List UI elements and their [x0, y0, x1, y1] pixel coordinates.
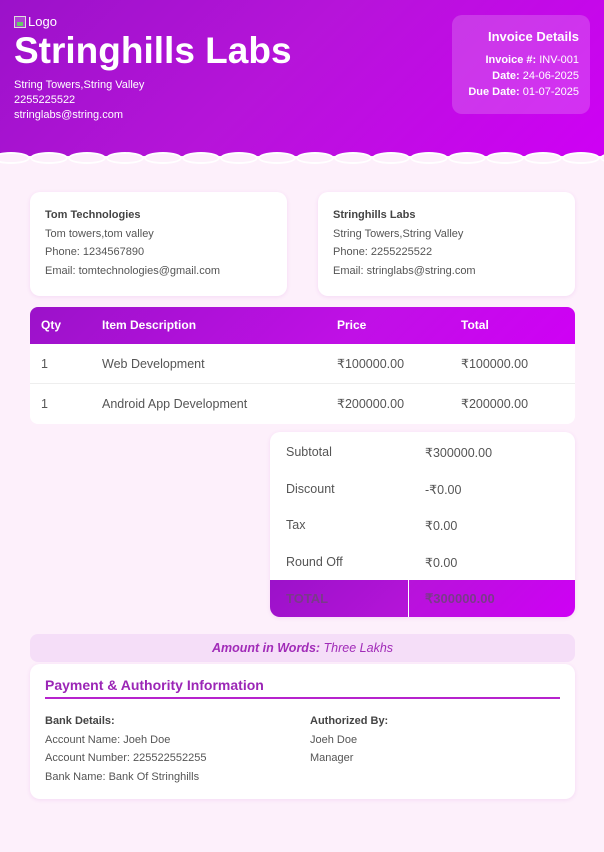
row-price: ₹200000.00 [337, 397, 405, 411]
payment-divider [45, 697, 560, 699]
bank-details: Bank Details: Account Name: Joeh Doe Acc… [45, 712, 206, 786]
scallop-bump [0, 152, 30, 164]
header-description: Item Description [102, 318, 197, 332]
row-price: ₹100000.00 [337, 357, 405, 371]
subtotal-value: ₹300000.00 [425, 446, 493, 460]
bill-to-address: Tom towers,tom valley [45, 227, 154, 240]
invoice-number-row: Invoice #: INV-001 [485, 54, 579, 66]
grand-total-label: TOTAL [286, 591, 329, 606]
invoice-details-title: Invoice Details [487, 29, 579, 44]
header-total: Total [461, 318, 489, 332]
scallop-bump [68, 152, 106, 164]
bill-to-email: Email: tomtechnologies@gmail.com [45, 264, 221, 277]
header-scallop-edge [0, 146, 604, 168]
auth-heading: Authorized By: [310, 715, 389, 727]
invoice-due-row: Due Date: 01-07-2025 [468, 86, 579, 98]
company-address: String Towers,String Valley [14, 79, 145, 91]
payment-title: Payment & Authority Information [45, 677, 264, 693]
row-qty: 1 [41, 357, 48, 371]
invoice-due-date: 01-07-2025 [522, 86, 579, 98]
scallop-bump [524, 152, 562, 164]
company-name: Stringhills Labs [14, 30, 292, 71]
scallop-bump [182, 152, 220, 164]
bank-name: Bank Name: Bank Of Stringhills [45, 770, 200, 783]
row-description: Android App Development [102, 397, 248, 411]
header-price: Price [337, 318, 367, 332]
company-logo: Logo [14, 14, 57, 29]
from-phone: Phone: 2255225522 [333, 246, 433, 258]
scallop-bump [220, 152, 258, 164]
table-row: 1 Web Development ₹100000.00 ₹100000.00 [30, 344, 575, 384]
header-qty: Qty [41, 318, 62, 332]
grand-total-value: ₹300000.00 [425, 591, 495, 606]
broken-image-icon [14, 15, 26, 28]
row-qty: 1 [41, 397, 48, 411]
account-number: Account Number: 225522552255 [45, 752, 207, 764]
row-description: Web Development [102, 357, 205, 371]
invoice-date: 24-06-2025 [522, 70, 579, 82]
bill-to-card: Tom Technologies Tom towers,tom valley P… [30, 192, 287, 296]
scallop-bump [448, 152, 486, 164]
from-card: Stringhills Labs String Towers,String Va… [318, 192, 575, 296]
scallop-bump [372, 152, 410, 164]
account-name: Account Name: Joeh Doe [45, 733, 171, 746]
invoice-date-row: Date: 24-06-2025 [492, 70, 579, 82]
company-phone: 2255225522 [14, 94, 76, 106]
totals-box: Subtotal ₹300000.00 Discount -₹0.00 Tax ₹0.… [270, 432, 575, 617]
from-name: Stringhills Labs [333, 209, 416, 221]
scallop-bump [600, 152, 604, 164]
invoice-number: INV-001 [539, 54, 579, 66]
table-row: 1 Android App Development ₹200000.00 ₹20… [30, 384, 575, 424]
auth-name: Joeh Doe [310, 733, 358, 746]
scallop-bump [296, 152, 334, 164]
auth-role: Manager [310, 752, 354, 764]
authorized-by: Authorized By: Joeh Doe Manager [310, 712, 388, 768]
invoice-details-box: Invoice Details Invoice #: INV-001 Date:… [452, 15, 590, 114]
scallop-bump [410, 152, 448, 164]
from-email: Email: stringlabs@string.com [333, 264, 476, 277]
tax-value: ₹0.00 [425, 519, 458, 533]
scallop-bump [106, 152, 144, 164]
bill-to-name: Tom Technologies [45, 209, 141, 221]
grand-total-row: TOTAL ₹300000.00 [270, 580, 575, 617]
payment-card: Payment & Authority Information Bank Det… [30, 664, 575, 799]
discount-value: -₹0.00 [425, 483, 462, 497]
items-table-header: Qty Item Description Price Total [30, 307, 575, 344]
scallop-bump [334, 152, 372, 164]
scallop-bump [258, 152, 296, 164]
scallop-bump [486, 152, 524, 164]
from-address: String Towers,String Valley [333, 227, 464, 240]
row-total: ₹200000.00 [461, 397, 529, 411]
scallop-bump [144, 152, 182, 164]
amount-words-label: Amount in Words: [211, 641, 321, 655]
company-email: stringlabs@string.com [14, 109, 123, 121]
roundoff-value: ₹0.00 [425, 556, 458, 570]
logo-alt-text: Logo [28, 14, 57, 29]
bill-to-phone: Phone: 1234567890 [45, 246, 145, 258]
scallop-bump [562, 152, 600, 164]
row-total: ₹100000.00 [461, 357, 529, 371]
amount-in-words: Amount in Words: Three Lakhs [30, 634, 575, 662]
amount-words-value: Three Lakhs [323, 641, 394, 655]
bank-heading: Bank Details: [45, 715, 115, 727]
scallop-bump [30, 152, 68, 164]
